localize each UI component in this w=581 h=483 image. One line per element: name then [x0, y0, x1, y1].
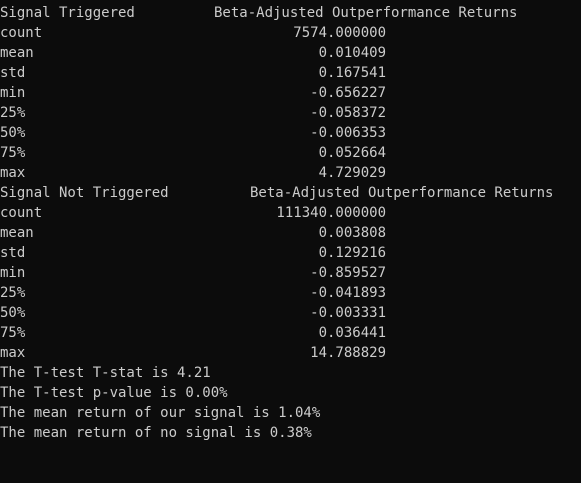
summary-text: The T-test T-stat is 4.21 — [0, 365, 211, 381]
stat-row: std 0.167541 — [0, 63, 581, 83]
stat-label: max — [0, 165, 26, 181]
stat-value: -0.006353 — [310, 125, 386, 141]
stat-value: -0.859527 — [310, 265, 386, 281]
summary-text: The mean return of no signal is 0.38% — [0, 425, 312, 441]
stat-value: 7574.000000 — [293, 25, 386, 41]
stat-value: -0.058372 — [310, 105, 386, 121]
stat-label: 75% — [0, 145, 26, 161]
stat-row: min -0.859527 — [0, 263, 581, 283]
stat-value: 111340.000000 — [276, 205, 386, 221]
stat-label: mean — [0, 45, 34, 61]
stat-row: max 4.729029 — [0, 163, 581, 183]
group1-title: Signal Triggered — [0, 5, 135, 21]
stat-label: count — [0, 205, 43, 221]
stat-label: min — [0, 85, 26, 101]
group1-header-line: Signal Triggered Beta-Adjusted Outperfor… — [0, 3, 581, 23]
summary-text: The T-test p-value is 0.00% — [0, 385, 228, 401]
stat-label: std — [0, 245, 26, 261]
summary-line: The mean return of our signal is 1.04% — [0, 403, 581, 423]
stat-value: -0.041893 — [310, 285, 386, 301]
stat-row: mean 0.010409 — [0, 43, 581, 63]
stat-value: 0.003808 — [318, 225, 386, 241]
stat-value: 14.788829 — [310, 345, 386, 361]
stat-value: 0.129216 — [318, 245, 386, 261]
group2-header-line: Signal Not Triggered Beta-Adjusted Outpe… — [0, 183, 581, 203]
stat-label: max — [0, 345, 26, 361]
stat-value: 0.052664 — [318, 145, 386, 161]
stat-row: std 0.129216 — [0, 243, 581, 263]
group1-column-header: Beta-Adjusted Outperformance Returns — [214, 5, 518, 21]
stat-label: 25% — [0, 285, 26, 301]
stat-row: 50% -0.006353 — [0, 123, 581, 143]
group2-title: Signal Not Triggered — [0, 185, 169, 201]
stat-row: 50% -0.003331 — [0, 303, 581, 323]
stat-label: 50% — [0, 125, 26, 141]
terminal-output: Signal Triggered Beta-Adjusted Outperfor… — [0, 0, 581, 445]
stat-label: 50% — [0, 305, 26, 321]
stat-label: count — [0, 25, 43, 41]
stat-value: 0.167541 — [318, 65, 386, 81]
stat-row: min -0.656227 — [0, 83, 581, 103]
stat-row: 75% 0.036441 — [0, 323, 581, 343]
stat-label: 25% — [0, 105, 26, 121]
stat-label: std — [0, 65, 26, 81]
stat-value: -0.003331 — [310, 305, 386, 321]
stat-row: 75% 0.052664 — [0, 143, 581, 163]
summary-line: The T-test T-stat is 4.21 — [0, 363, 581, 383]
stat-row: 25% -0.041893 — [0, 283, 581, 303]
stat-label: mean — [0, 225, 34, 241]
summary-line: The T-test p-value is 0.00% — [0, 383, 581, 403]
stat-value: 0.036441 — [318, 325, 386, 341]
summary-text: The mean return of our signal is 1.04% — [0, 405, 321, 421]
stat-row: mean 0.003808 — [0, 223, 581, 243]
stat-value: 0.010409 — [318, 45, 386, 61]
summary-line: The mean return of no signal is 0.38% — [0, 423, 581, 443]
stat-row: 25% -0.058372 — [0, 103, 581, 123]
group2-column-header: Beta-Adjusted Outperformance Returns — [250, 185, 554, 201]
stat-row: count 111340.000000 — [0, 203, 581, 223]
stat-label: min — [0, 265, 26, 281]
stat-label: 75% — [0, 325, 26, 341]
stat-value: -0.656227 — [310, 85, 386, 101]
stat-value: 4.729029 — [318, 165, 386, 181]
stat-row: max 14.788829 — [0, 343, 581, 363]
stat-row: count 7574.000000 — [0, 23, 581, 43]
